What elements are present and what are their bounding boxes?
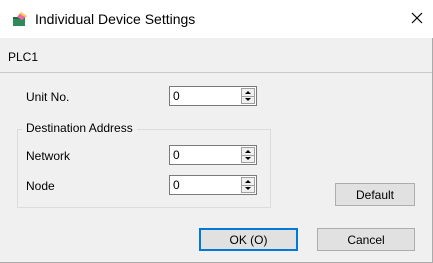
title-bar: Individual Device Settings: [0, 0, 433, 38]
unit-no-label: Unit No.: [26, 90, 70, 104]
network-input[interactable]: [170, 146, 238, 164]
node-label: Node: [26, 179, 55, 193]
arrow-down-icon: [245, 187, 251, 190]
network-spin-buttons: [241, 147, 255, 163]
header-divider: [0, 72, 432, 73]
unit-no-spinbox: [169, 86, 257, 106]
settings-app-icon: [12, 11, 28, 27]
node-input[interactable]: [170, 176, 238, 194]
arrow-down-icon: [245, 98, 251, 101]
network-label: Network: [26, 149, 71, 163]
network-decrement-button[interactable]: [242, 155, 254, 162]
node-decrement-button[interactable]: [242, 185, 254, 192]
dialog-body: PLC1 Unit No. Destination Address Networ…: [0, 38, 433, 263]
plc-name-label: PLC1: [8, 50, 39, 64]
unit-no-spin-buttons: [241, 88, 255, 104]
close-icon: [411, 12, 423, 27]
network-spinbox: [169, 145, 257, 165]
close-button[interactable]: [400, 4, 433, 34]
arrow-up-icon: [245, 150, 251, 153]
unit-no-decrement-button[interactable]: [242, 96, 254, 103]
window-title: Individual Device Settings: [35, 11, 196, 27]
arrow-up-icon: [245, 91, 251, 94]
destination-address-legend: Destination Address: [22, 121, 137, 135]
arrow-down-icon: [245, 157, 251, 160]
node-spin-buttons: [241, 177, 255, 193]
default-button[interactable]: Default: [335, 183, 415, 206]
cancel-button[interactable]: Cancel: [317, 228, 415, 251]
arrow-up-icon: [245, 180, 251, 183]
unit-no-input[interactable]: [170, 87, 238, 105]
destination-address-group: [17, 129, 271, 208]
node-spinbox: [169, 175, 257, 195]
ok-button[interactable]: OK (O): [199, 228, 298, 251]
